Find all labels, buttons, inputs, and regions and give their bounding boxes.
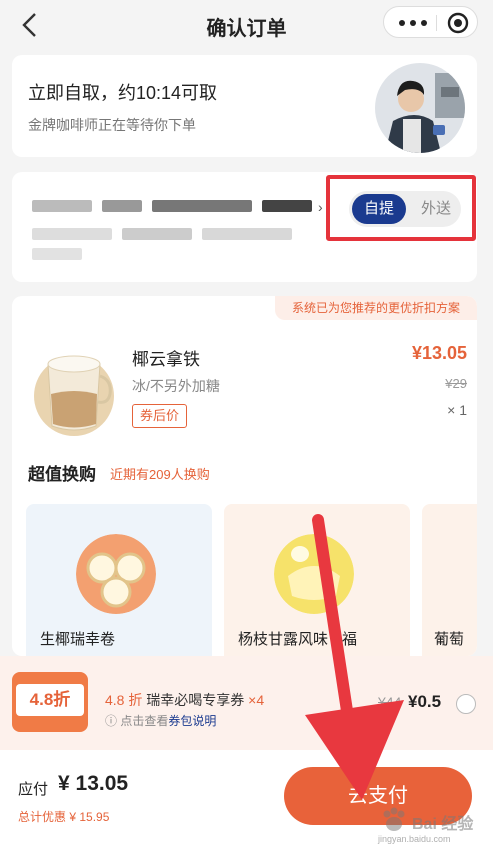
coupon-badge: 4.8折: [12, 672, 88, 732]
capsule-divider: [436, 15, 437, 31]
amount-due-value: ¥ 13.05: [58, 772, 129, 795]
coconut-latte-image: [34, 355, 114, 436]
store-address-blurred: [32, 228, 112, 240]
coconut-roll-image: [76, 534, 156, 614]
price-tag: 券后价: [132, 404, 188, 428]
paw-logo-icon: [383, 807, 405, 831]
watermark-url: jingyan.baidu.com: [378, 834, 451, 844]
mode-pickup-option[interactable]: 自提: [352, 194, 406, 224]
exchange-item-label: 杨枝甘露风味福: [238, 631, 358, 648]
recommend-tip: 系统已为您推荐的更优折扣方案: [275, 296, 477, 320]
product-name: 椰云拿铁: [132, 350, 200, 369]
exchange-item[interactable]: 葡萄: [422, 504, 477, 656]
mini-program-capsule: [383, 6, 478, 38]
order-items-card: 系统已为您推荐的更优折扣方案 椰云拿铁 冰/不另外加糖 券后价 ¥13.05 ¥…: [12, 296, 477, 656]
coupon-original-price: ¥44: [378, 694, 402, 710]
mango-cake-image: [274, 534, 354, 614]
exchange-title: 超值换购: [28, 465, 96, 484]
store-name-blurred: [102, 200, 142, 212]
watermark-text: Bai 经验: [412, 816, 474, 833]
product-quantity: × 1: [447, 402, 467, 418]
exchange-item-label: 葡萄: [434, 631, 465, 648]
store-card[interactable]: › 自提 外送: [12, 172, 477, 282]
more-dots-icon[interactable]: [398, 20, 428, 26]
info-icon: ⓘ: [105, 714, 118, 728]
pickup-heading: 立即自取，约10:14可取: [28, 83, 218, 103]
coupon-bar[interactable]: 4.8折 4.8 折 瑞幸必喝专享券 ×4 ⓘ 点击查看券包说明 ¥44 ¥0.…: [0, 656, 493, 750]
store-name-blurred: [152, 200, 252, 212]
pickup-card: 立即自取，约10:14可取 金牌咖啡师正在等待你下单: [12, 55, 477, 157]
total-discount: 总计优惠 ¥ 15.95: [18, 810, 110, 824]
barista-avatar: [375, 63, 465, 153]
coupon-badge-text: 4.8折: [16, 684, 84, 716]
store-address-blurred: [202, 228, 292, 240]
amount-due-label: 应付: [18, 781, 49, 798]
nav-bar: 确认订单: [0, 0, 493, 50]
coupon-price: ¥0.5: [408, 692, 442, 711]
target-icon[interactable]: [447, 12, 469, 34]
product-price: ¥13.05: [411, 343, 467, 363]
exchange-subtitle: 近期有209人换购: [110, 467, 210, 482]
exchange-item[interactable]: 杨枝甘露风味福: [224, 504, 410, 656]
coupon-radio[interactable]: [456, 694, 476, 714]
store-address-blurred: [122, 228, 192, 240]
exchange-item[interactable]: 生椰瑞幸卷: [26, 504, 212, 656]
mode-delivery-option[interactable]: 外送: [411, 194, 461, 224]
product-options: 冰/不另外加糖: [132, 378, 220, 394]
exchange-item-label: 生椰瑞幸卷: [40, 631, 116, 648]
coupon-title: 4.8 折 瑞幸必喝专享券 ×4: [105, 692, 265, 708]
store-name-blurred: [32, 200, 92, 212]
coupon-info[interactable]: ⓘ 点击查看券包说明: [105, 712, 216, 729]
watermark: Bai 经验 jingyan.baidu.com: [372, 800, 488, 846]
store-address-blurred: [32, 248, 82, 260]
chevron-right-icon[interactable]: ›: [318, 199, 323, 215]
store-name-blurred: [262, 200, 312, 212]
pickup-subtitle: 金牌咖啡师正在等待你下单: [28, 117, 196, 133]
delivery-mode-toggle[interactable]: 自提 外送: [349, 191, 461, 227]
product-original-price: ¥29: [445, 376, 467, 391]
